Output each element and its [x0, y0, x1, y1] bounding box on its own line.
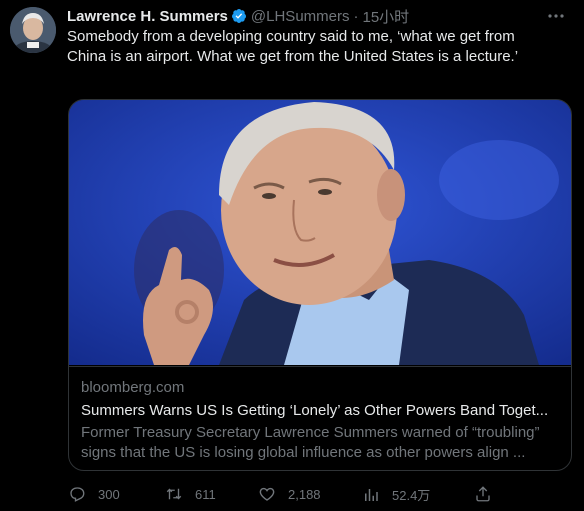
more-options-icon[interactable] — [546, 8, 566, 24]
view-count: 52.4万 — [392, 488, 431, 503]
verified-badge-icon — [231, 8, 247, 24]
share-button[interactable] — [474, 485, 504, 503]
heart-icon — [259, 487, 275, 501]
separator-dot: · — [353, 7, 359, 25]
action-bar: 300 611 2,188 52.4万 — [68, 485, 572, 505]
retweet-icon — [166, 488, 182, 500]
like-button[interactable]: 2,188 — [258, 485, 321, 503]
card-body[interactable]: bloomberg.com Summers Warns US Is Gettin… — [69, 366, 571, 470]
tweet-text: Somebody from a developing country said … — [67, 28, 519, 65]
reply-icon — [70, 487, 85, 502]
timestamp[interactable]: 15小时 — [362, 6, 409, 27]
tweet[interactable]: Lawrence H. Summers @LHSummers · 15小时 So… — [0, 0, 584, 511]
retweet-count: 611 — [195, 486, 216, 502]
author-name[interactable]: Lawrence H. Summers — [67, 8, 228, 25]
card-title[interactable]: Summers Warns US Is Getting ‘Lonely’ as … — [81, 402, 561, 419]
card-domain: bloomberg.com — [81, 379, 185, 396]
share-icon — [476, 486, 490, 502]
reply-count: 300 — [98, 486, 120, 502]
views-icon — [365, 488, 378, 501]
retweet-button[interactable]: 611 — [165, 485, 216, 503]
card-image[interactable] — [69, 100, 571, 365]
views-button[interactable]: 52.4万 — [362, 485, 430, 504]
tweet-header: Lawrence H. Summers @LHSummers · 15小时 — [67, 6, 409, 27]
card-description: Former Treasury Secretary Lawrence Summe… — [81, 424, 540, 461]
avatar[interactable] — [10, 7, 56, 53]
reply-button[interactable]: 300 — [68, 485, 120, 503]
author-handle[interactable]: @LHSummers — [251, 8, 350, 25]
like-count: 2,188 — [288, 486, 321, 502]
link-card[interactable]: bloomberg.com Summers Warns US Is Gettin… — [68, 99, 572, 471]
